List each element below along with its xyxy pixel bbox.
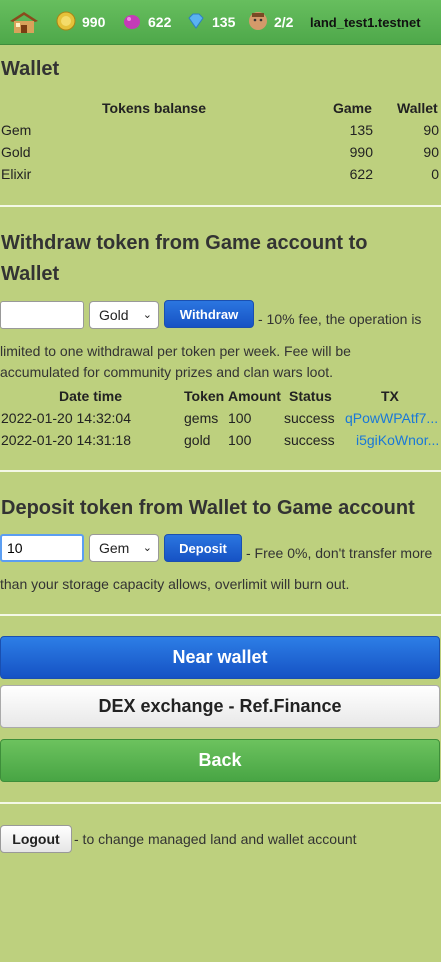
token-wallet-balance: 90 (423, 144, 439, 160)
withdraw-amount-input[interactable] (0, 301, 84, 329)
withdraw-token-select[interactable]: Gold ⌄ (89, 301, 159, 329)
tx-status: success (284, 432, 335, 448)
deposit-token-select[interactable]: Gem ⌄ (89, 534, 159, 562)
elixir-stat: 622 (122, 0, 171, 44)
withdraw-title-line2: Wallet (1, 263, 60, 285)
elixir-value: 622 (148, 14, 172, 30)
tx-date: 2022-01-20 14:32:04 (1, 410, 131, 426)
header-game: Game (333, 100, 372, 116)
withdraw-title-line1: Withdraw token from Game account to (1, 232, 368, 254)
dex-exchange-button[interactable]: DEX exchange - Ref.Finance (0, 685, 440, 728)
back-button[interactable]: Back (0, 739, 440, 782)
tx-token: gems (184, 410, 219, 426)
tx-amount: 100 (228, 410, 252, 426)
divider (0, 470, 441, 472)
divider (0, 205, 441, 207)
header-wallet: Wallet (397, 100, 438, 116)
villager-icon (248, 11, 268, 34)
tx-date: 2022-01-20 14:31:18 (1, 432, 131, 448)
withdraw-token-selected: Gold (99, 307, 129, 323)
header-status: Status (289, 388, 332, 404)
coins-value: 990 (82, 14, 106, 30)
wallet-title: Wallet (1, 58, 60, 80)
header-amount: Amount (228, 388, 281, 404)
diamond-value: 135 (212, 14, 236, 30)
elixir-icon (122, 11, 142, 34)
logout-note: - to change managed land and wallet acco… (74, 831, 357, 847)
coins-stat: 990 (56, 0, 105, 44)
header-tokens: Tokens balanse (102, 100, 207, 116)
token-wallet-balance: 90 (423, 122, 439, 138)
token-name: Gem (1, 122, 32, 138)
coin-icon (56, 11, 76, 34)
chevron-down-icon: ⌄ (142, 309, 152, 321)
logout-button[interactable]: Logout (0, 825, 72, 853)
token-game-balance: 990 (349, 144, 373, 160)
tx-token: gold (184, 432, 211, 448)
chevron-down-icon: ⌄ (142, 542, 152, 554)
withdraw-note-line1: - 10% fee, the operation is (258, 311, 422, 327)
token-name: Elixir (1, 166, 32, 182)
divider (0, 614, 441, 616)
population-value: 2/2 (274, 14, 294, 30)
diamond-stat: 135 (186, 0, 235, 44)
header-token: Token (184, 388, 225, 404)
withdraw-note-line2: limited to one withdrawal per token per … (0, 343, 351, 359)
withdraw-button[interactable]: Withdraw (164, 300, 254, 328)
token-game-balance: 622 (349, 166, 373, 182)
deposit-note-line1: - Free 0%, don't transfer more (246, 545, 433, 561)
withdraw-title: Withdraw token from Game account to Wall… (1, 228, 368, 290)
tx-status: success (284, 410, 335, 426)
deposit-note-line2: than your storage capacity allows, overl… (0, 576, 350, 592)
deposit-token-selected: Gem (99, 540, 130, 556)
home-icon[interactable] (8, 0, 40, 44)
tx-link[interactable]: qPowWPAtf7... (345, 410, 438, 426)
deposit-amount-input[interactable] (0, 534, 84, 562)
withdraw-note-line3: accumulated for community prizes and cla… (0, 364, 334, 380)
tx-link[interactable]: i5giKoWnor... (356, 432, 439, 448)
population-stat: 2/2 (248, 0, 293, 44)
divider (0, 802, 441, 804)
header-date: Date time (59, 388, 123, 404)
token-name: Gold (1, 144, 31, 160)
header-tx: TX (381, 388, 399, 404)
tx-amount: 100 (228, 432, 252, 448)
token-wallet-balance: 0 (431, 166, 439, 182)
diamond-icon (186, 12, 206, 33)
deposit-title: Deposit token from Wallet to Game accoun… (1, 497, 415, 519)
token-game-balance: 135 (349, 122, 373, 138)
deposit-button[interactable]: Deposit (164, 534, 242, 562)
near-wallet-button[interactable]: Near wallet (0, 636, 440, 679)
top-bar: 990 622 135 2/2 land_test1.testnet (0, 0, 441, 45)
account-name: land_test1.testnet (310, 14, 421, 30)
